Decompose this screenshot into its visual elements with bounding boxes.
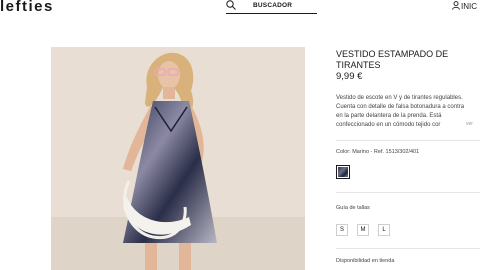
user-icon — [452, 1, 460, 10]
divider — [336, 192, 480, 193]
product-price: 9,99 € — [336, 71, 363, 82]
brand-logo[interactable]: lefties — [0, 0, 54, 15]
login-label: INIC — [461, 2, 477, 11]
see-more-link[interactable]: ver — [466, 121, 473, 127]
divider — [336, 248, 480, 249]
color-reference: Color: Marino - Ref. 1513/302/401 — [336, 149, 420, 155]
size-guide-link[interactable]: Guía de tallas — [336, 205, 370, 211]
search-bar[interactable]: BUSCADOR — [226, 0, 317, 14]
description-line: Cuenta con detalle de falsa botonadura a… — [336, 104, 465, 110]
description-line: Vestido de escote en V y de tirantes reg… — [336, 95, 463, 101]
description-line: en la parte delantera de la prenda. Está — [336, 113, 442, 119]
model-photo — [51, 47, 305, 270]
size-option-s[interactable]: S — [336, 224, 348, 236]
swatch-fill — [338, 167, 348, 177]
login-link[interactable]: INIC — [452, 1, 477, 11]
divider — [336, 140, 480, 141]
store-availability-link[interactable]: Disponibilidad en tienda — [336, 258, 394, 264]
description-line: confeccionado en un cómodo tejido cor — [336, 122, 441, 128]
product-title: VESTIDO ESTAMPADO DE TIRANTES — [336, 49, 449, 70]
size-option-l[interactable]: L — [378, 224, 390, 236]
color-swatch[interactable] — [336, 165, 350, 179]
product-image[interactable] — [51, 47, 305, 270]
size-option-m[interactable]: M — [357, 224, 369, 236]
search-label: BUSCADOR — [253, 2, 293, 9]
search-icon — [226, 0, 236, 10]
product-description: Vestido de escote en V y de tirantes reg… — [336, 94, 480, 130]
